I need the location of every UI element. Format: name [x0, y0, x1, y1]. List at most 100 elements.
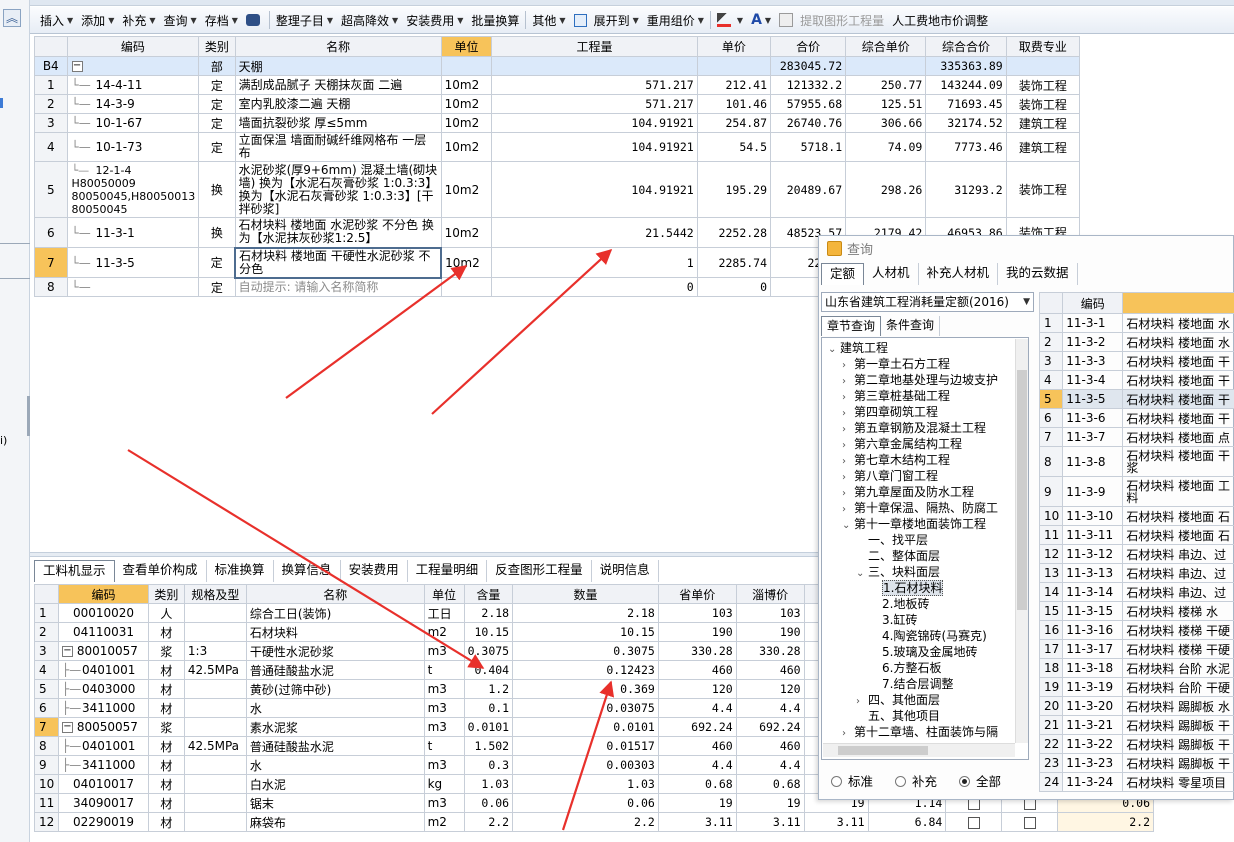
type-cell[interactable]: 材 — [147, 793, 185, 813]
row-number[interactable]: 24 — [1038, 772, 1064, 792]
column-header[interactable]: 规格及型 — [183, 584, 247, 604]
name-cell[interactable]: 石材块料 楼地面 石 — [1122, 525, 1234, 545]
batch-convert-button[interactable]: 批量换算 — [467, 9, 523, 31]
unit-cell[interactable]: 10m2 — [440, 132, 493, 162]
code-cell[interactable]: 04010017 — [57, 774, 149, 794]
spec-cell[interactable]: 42.5MPa — [183, 736, 247, 756]
column-header[interactable]: 含量 — [463, 584, 514, 604]
code-cell[interactable]: 04110031 — [57, 622, 149, 642]
row-number[interactable]: B4 — [34, 56, 68, 76]
name-cell[interactable]: 黄砂(过筛中砂) — [245, 679, 425, 699]
chevron-right-icon[interactable]: › — [842, 726, 854, 742]
province-price-cell[interactable]: 19 — [657, 793, 737, 813]
spec-cell[interactable] — [183, 622, 247, 642]
column-header[interactable]: 综合单价 — [845, 36, 927, 57]
list-item[interactable]: 24 11-3-24 石材块料 零星项目 — [1038, 772, 1234, 792]
spec-cell[interactable] — [183, 717, 247, 737]
code-cell[interactable]: ├—0401001 — [57, 660, 149, 680]
collapse-icon[interactable]: − — [71, 61, 83, 72]
type-cell[interactable]: 材 — [147, 698, 185, 718]
code-cell[interactable]: 11-3-14 — [1062, 582, 1124, 602]
row-number[interactable]: 10 — [1038, 506, 1064, 526]
price-cell[interactable]: 2252.28 — [696, 217, 772, 248]
other-button[interactable]: 其他 ▼ — [528, 9, 569, 31]
qty-cell[interactable]: 1 — [491, 247, 698, 278]
quantity-cell[interactable]: 0.12423 — [512, 660, 659, 680]
column-header-name[interactable] — [1122, 292, 1234, 314]
type-cell[interactable]: 材 — [147, 755, 185, 775]
expand-to-button[interactable]: 展开到 ▼ — [590, 9, 643, 31]
code-cell[interactable]: 11-3-20 — [1062, 696, 1124, 716]
unit-cell[interactable]: t — [423, 660, 465, 680]
content-cell[interactable]: 1.2 — [463, 679, 514, 699]
row-number[interactable]: 16 — [1038, 620, 1064, 640]
unit-cell[interactable]: m3 — [423, 717, 465, 737]
row-number[interactable]: 12 — [1038, 544, 1064, 564]
row-number[interactable]: 15 — [1038, 601, 1064, 621]
code-cell[interactable]: ├—3411000 — [57, 755, 149, 775]
name-cell[interactable]: 综合工日(装饰) — [245, 603, 425, 623]
scope-radio[interactable]: 补充 — [895, 771, 937, 790]
column-header-code[interactable]: 编码 — [1062, 292, 1124, 314]
row-number[interactable]: 5 — [1038, 389, 1064, 409]
detail-tab[interactable]: 工程量明细 — [408, 560, 488, 582]
tree-node[interactable]: 3.缸砖 — [870, 612, 917, 628]
row-number[interactable]: 7 — [34, 247, 68, 278]
column-header[interactable]: 编码 — [57, 584, 149, 604]
province-price-cell[interactable]: 4.4 — [657, 698, 737, 718]
price-cell[interactable]: 195.29 — [696, 161, 772, 218]
row-number[interactable]: 6 — [34, 217, 68, 248]
content-cell[interactable]: 2.2 — [463, 812, 514, 832]
content-cell[interactable]: 1.502 — [463, 736, 514, 756]
row-number[interactable]: 4 — [1038, 370, 1064, 390]
unit-cell[interactable]: 10m2 — [440, 113, 493, 133]
supplement-button[interactable]: 补充 ▼ — [118, 9, 159, 31]
code-cell[interactable]: └— 10-1-73 — [66, 132, 200, 162]
quantity-cell[interactable]: 0.369 — [512, 679, 659, 699]
content-cell[interactable]: 0.1 — [463, 698, 514, 718]
list-item[interactable]: 12 11-3-12 石材块料 串边、过 — [1038, 544, 1234, 564]
name-cell[interactable]: 水 — [245, 698, 425, 718]
name-cell[interactable]: 墙面抗裂砂浆 厚≤5mm — [234, 113, 442, 133]
list-item[interactable]: 6 11-3-6 石材块料 楼地面 干 — [1038, 408, 1234, 428]
list-item[interactable]: 3 11-3-3 石材块料 楼地面 干 — [1038, 351, 1234, 371]
name-cell[interactable]: 石材块料 串边、过 — [1122, 563, 1234, 583]
detail-tab[interactable]: 说明信息 — [592, 560, 659, 582]
qty-cell[interactable]: 0 — [491, 277, 698, 297]
type-cell[interactable]: 换 — [198, 217, 236, 248]
row-number[interactable]: 3 — [34, 113, 68, 133]
row-number[interactable]: 12 — [34, 812, 59, 832]
row-number[interactable]: 2 — [34, 94, 68, 114]
code-cell[interactable]: 11-3-16 — [1062, 620, 1124, 640]
row-number[interactable]: 8 — [1038, 446, 1064, 477]
unit-cell[interactable]: m3 — [423, 641, 465, 661]
quantity-cell[interactable]: 0.03075 — [512, 698, 659, 718]
left-scrollbar[interactable] — [27, 396, 30, 436]
row-number[interactable]: 19 — [1038, 677, 1064, 697]
column-header[interactable]: 类别 — [147, 584, 185, 604]
code-cell[interactable]: 11-3-17 — [1062, 639, 1124, 659]
row-number[interactable]: 23 — [1038, 753, 1064, 773]
name-cell[interactable]: 石材块料 楼地面 干 — [1122, 389, 1234, 409]
price-cell[interactable]: 0 — [696, 277, 772, 297]
name-cell[interactable]: 干硬性水泥砂浆 — [245, 641, 425, 661]
unit-cell[interactable]: 工日 — [423, 603, 465, 623]
spec-cell[interactable]: 建筑工程 — [1005, 132, 1081, 162]
code-cell[interactable]: ├—0401001 — [57, 736, 149, 756]
quantity-cell[interactable]: 0.06 — [512, 793, 659, 813]
list-item[interactable]: 17 11-3-17 石材块料 楼梯 干硬 — [1038, 639, 1234, 659]
quantity-cell[interactable]: 2.2 — [512, 812, 659, 832]
unit-cell[interactable]: 10m2 — [440, 161, 493, 218]
qty-cell[interactable]: 571.217 — [491, 94, 698, 114]
list-item[interactable]: 15 11-3-15 石材块料 楼梯 水 — [1038, 601, 1234, 621]
code-cell[interactable]: 11-3-12 — [1062, 544, 1124, 564]
code-cell[interactable]: 11-3-24 — [1062, 772, 1124, 792]
collapse-icon[interactable]: − — [61, 646, 73, 657]
unit-cell[interactable]: 10m2 — [440, 75, 493, 95]
query-subtab[interactable]: 章节查询 — [821, 316, 882, 336]
name-cell[interactable]: 水 — [245, 755, 425, 775]
type-cell[interactable]: 浆 — [147, 717, 185, 737]
font-color-icon[interactable]: A ▼ — [747, 9, 775, 31]
name-cell[interactable]: 石材块料 串边、过 — [1122, 582, 1234, 602]
code-cell[interactable]: 11-3-2 — [1062, 332, 1124, 352]
